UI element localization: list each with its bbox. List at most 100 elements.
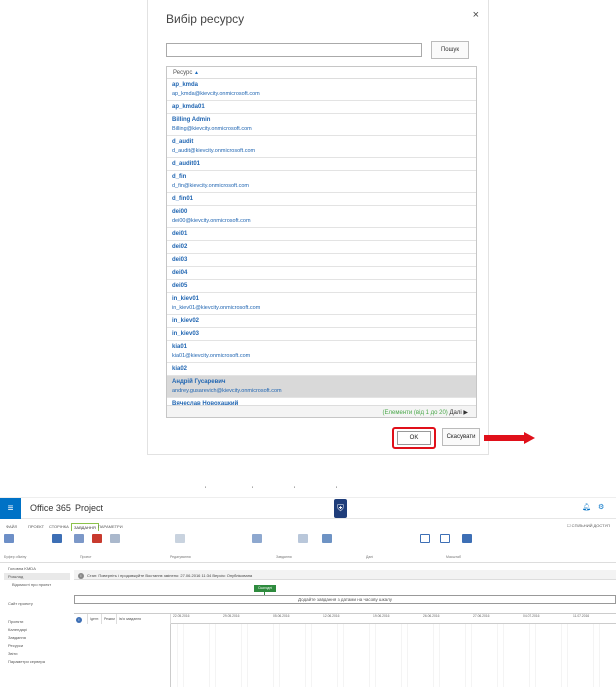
next-page-link[interactable]: Далі (449, 410, 461, 416)
resource-name: kia02 (172, 366, 188, 372)
resource-row[interactable]: dei01 (167, 228, 476, 241)
dot: ' (205, 487, 207, 493)
resource-row[interactable]: ap_kmda01 (167, 101, 476, 114)
resource-row[interactable]: Billing Admin Billing@kievcity.onmicrosof… (167, 114, 476, 136)
resource-name: dei03 (172, 257, 188, 263)
notification-bell-icon[interactable]: 🔔︎ (582, 503, 591, 511)
mode-column-header[interactable]: Режим (102, 614, 117, 624)
share-button[interactable]: ☐ СПІЛЬНИЙ ДОСТУП (567, 523, 610, 528)
edit-project-icon[interactable] (52, 534, 62, 543)
publish-icon[interactable] (110, 534, 120, 543)
resource-row[interactable]: dei03 (167, 254, 476, 267)
search-input[interactable] (166, 43, 422, 57)
date-label: 12.06.2016 (323, 614, 340, 618)
resource-row[interactable]: d_audit01 (167, 158, 476, 171)
timeline-bar[interactable]: Додайте завдання з датами на часову шкал… (74, 595, 616, 604)
nav-project-details[interactable]: Відомості про проект (12, 582, 67, 587)
close-icon[interactable]: × (473, 9, 479, 21)
nav-projects[interactable]: Проекти (8, 619, 23, 624)
nav-tasks[interactable]: Завдання (8, 635, 26, 640)
group-tasks-label: Завдання (276, 555, 292, 559)
resource-row[interactable]: in_kiev03 (167, 328, 476, 341)
resource-row[interactable]: dei02 (167, 241, 476, 254)
link-tasks-icon[interactable] (298, 534, 308, 543)
insert-task-icon[interactable] (252, 534, 262, 543)
resource-name: dei02 (172, 244, 188, 250)
list-pager: (Елементи (від 1 до 20) Далі ▶ (167, 405, 476, 417)
info-icon: i (78, 573, 84, 579)
column-header[interactable]: Ресурс ▲ (167, 67, 476, 79)
red-arrow-icon (484, 432, 536, 444)
tab-project[interactable]: ПРОЕКТ (26, 523, 46, 530)
nav-reports[interactable]: Звіти (8, 651, 18, 656)
info-column-header[interactable]: i (74, 614, 88, 624)
tab-file[interactable]: ФАЙЛ (4, 523, 19, 530)
resource-name: Billing Admin (172, 117, 211, 123)
resource-row[interactable]: kia01 kia01@kievcity.onmicrosoft.com (167, 341, 476, 363)
resource-name: dei04 (172, 270, 188, 276)
indent-icon[interactable] (175, 534, 185, 543)
paste-icon[interactable] (4, 534, 14, 543)
resource-row[interactable]: dei05 (167, 280, 476, 293)
project-app-title[interactable]: Project (75, 503, 103, 513)
resource-row[interactable]: in_kiev01 in_kiev01@kievcity.onmicrosoft.… (167, 293, 476, 315)
resource-row[interactable]: d_fin d_fin@kievcity.onmicrosoft.com (167, 171, 476, 193)
scroll-to-task-icon[interactable] (462, 534, 472, 543)
group-clipboard-label: Буфер обміну (4, 555, 27, 559)
app-launcher-icon[interactable]: ≡ (0, 498, 21, 519)
ok-button[interactable]: OK (397, 431, 431, 445)
cancel-button[interactable]: Скасувати (442, 428, 480, 446)
resource-row[interactable]: d_fin01 (167, 193, 476, 206)
zoom-out-icon[interactable] (440, 534, 450, 543)
task-grid-body[interactable] (74, 624, 171, 687)
resource-name: dei05 (172, 283, 188, 289)
resource-name: in_kiev03 (172, 331, 200, 337)
resource-email: dei00@kievcity.onmicrosoft.com (172, 218, 251, 224)
resource-row[interactable]: ap_kmda ap_kmda@kievcity.onmicrosoft.com (167, 79, 476, 101)
outline-icon[interactable] (322, 534, 332, 543)
nav-project-site[interactable]: Сайт проекту (8, 601, 33, 606)
resource-row[interactable]: kia02 (167, 363, 476, 376)
save-icon[interactable] (74, 534, 84, 543)
resource-email: Billing@kievcity.onmicrosoft.com (172, 126, 252, 132)
dot: ' (252, 487, 254, 493)
nav-server-settings[interactable]: Параметри сервера (8, 659, 45, 664)
close-project-icon[interactable] (92, 534, 102, 543)
zoom-in-icon[interactable] (420, 534, 430, 543)
tab-task[interactable]: ЗАВДАННЯ (71, 523, 99, 531)
search-button[interactable]: Пошук (431, 41, 469, 59)
nav-schedule[interactable]: Розклад (4, 573, 70, 580)
item-count: (Елементи (від 1 до 20) (382, 410, 448, 416)
nav-calendars[interactable]: Календарі (8, 627, 27, 632)
next-arrow-icon[interactable]: ▶ (463, 410, 468, 416)
resource-name: d_fin (172, 174, 187, 180)
resource-row[interactable]: in_kiev02 (167, 315, 476, 328)
nav-home[interactable]: Головна KMDA (8, 566, 36, 571)
resource-picker-dialog: Вибір ресурсу × Пошук Ресурс ▲ ap_kmda ap… (147, 0, 535, 455)
resource-name: d_audit (172, 139, 194, 145)
nav-resources[interactable]: Ресурси (8, 643, 23, 648)
timeline[interactable]: Сьогодні Додайте завдання з датами на ча… (74, 582, 616, 612)
resource-email: kia01@kievcity.onmicrosoft.com (172, 353, 251, 359)
kyiv-logo-icon: ⛨ (334, 499, 347, 518)
gear-icon[interactable]: ⚙ (598, 503, 604, 511)
group-editing-label: Редагування (170, 555, 191, 559)
resource-row[interactable]: d_audit d_audit@kievcity.onmicrosoft.com (167, 136, 476, 158)
gantt-chart-body[interactable] (171, 624, 616, 687)
task-name-column-header[interactable]: Ім'я завдання (117, 614, 171, 624)
office-365-title[interactable]: Office 365 (30, 503, 71, 513)
tab-page[interactable]: СТОРІНКА (47, 523, 71, 530)
resource-row[interactable]: dei00 dei00@kievcity.onmicrosoft.com (167, 206, 476, 228)
resource-email: d_audit@kievcity.onmicrosoft.com (172, 148, 256, 154)
tab-options[interactable]: ПАРАМЕТРИ (96, 523, 125, 530)
project-online-window: ≡ Office 365 Project ⛨ 🔔︎ ⚙ ФАЙЛ ПРОЕКТ … (0, 497, 616, 687)
resource-name: d_fin01 (172, 196, 194, 202)
resource-name: dei00 (172, 209, 188, 215)
group-zoom-label: Масштаб (446, 555, 461, 559)
resource-row[interactable]: Андрій Гусаревич andrey.gusarevich@kievci… (167, 376, 476, 398)
resource-name: ap_kmda01 (172, 104, 205, 110)
resource-row[interactable]: dei04 (167, 267, 476, 280)
date-label: 26.06.2016 (423, 614, 440, 618)
resource-name: ap_kmda (172, 82, 199, 88)
id-column-header[interactable]: Ідент. (88, 614, 102, 624)
